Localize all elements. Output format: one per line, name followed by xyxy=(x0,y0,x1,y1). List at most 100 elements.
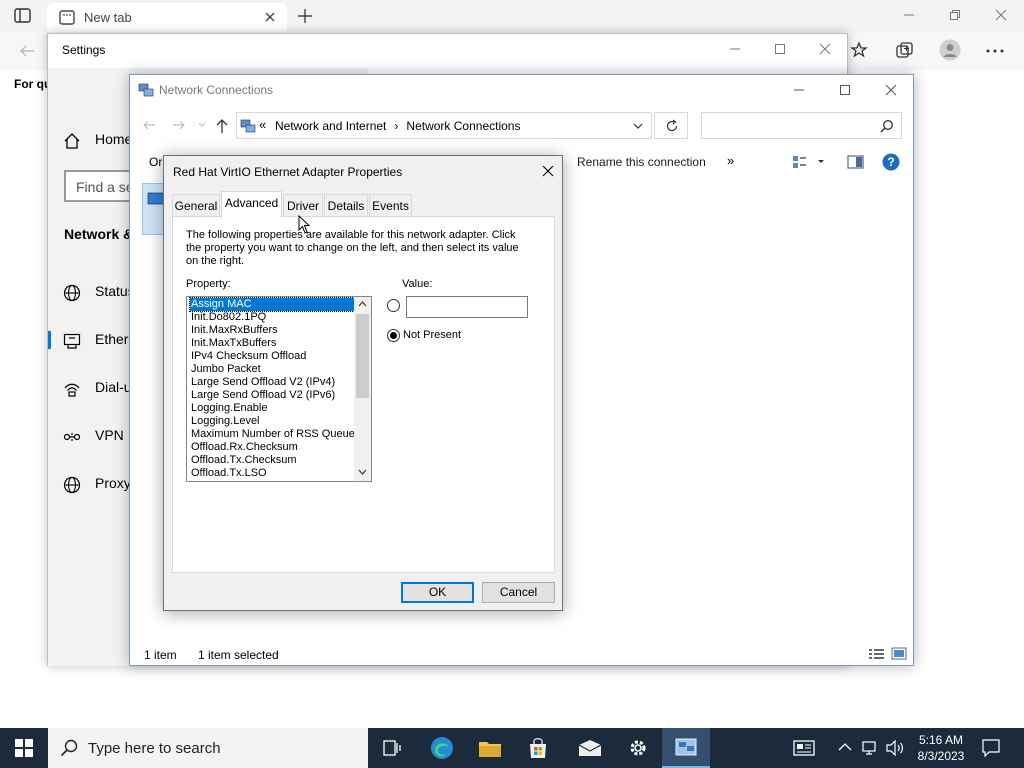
list-item[interactable]: Large Send Offload V2 (IPv6) xyxy=(190,389,354,402)
tiles-view-icon[interactable] xyxy=(891,647,907,660)
task-view-icon[interactable] xyxy=(368,728,416,768)
taskbar-clock[interactable]: 5:16 AM 8/3/2023 xyxy=(911,732,971,764)
close-icon[interactable] xyxy=(978,0,1024,30)
list-item[interactable]: Init.MaxTxBuffers xyxy=(190,337,354,350)
details-view-icon[interactable] xyxy=(868,648,886,660)
list-item[interactable]: Maximum Number of RSS Queues xyxy=(190,428,360,441)
browser-tab-title: New tab xyxy=(84,10,132,25)
news-icon[interactable] xyxy=(780,728,828,768)
status-bar: 1 item 1 item selected xyxy=(130,643,913,665)
property-list-scrollbar[interactable] xyxy=(354,297,371,481)
address-bar[interactable]: « Network and Internet › Network Connect… xyxy=(236,112,652,139)
profile-avatar-icon[interactable] xyxy=(939,39,961,61)
netconn-search-input[interactable] xyxy=(701,112,902,139)
mail-icon[interactable] xyxy=(566,728,614,768)
address-dropdown-icon[interactable] xyxy=(633,122,643,130)
volume-icon[interactable] xyxy=(886,740,904,756)
value-input[interactable] xyxy=(406,296,528,318)
ethernet-icon xyxy=(63,332,81,350)
list-item[interactable]: Offload.Tx.LSO xyxy=(190,467,354,480)
scroll-down-icon[interactable] xyxy=(358,469,367,475)
scrollbar-thumb[interactable] xyxy=(356,314,369,398)
not-present-radio[interactable] xyxy=(387,329,400,342)
nav-forward-icon[interactable] xyxy=(172,118,186,132)
back-arrow-icon[interactable] xyxy=(18,42,36,60)
tab-general[interactable]: General xyxy=(172,194,220,216)
file-explorer-icon[interactable] xyxy=(466,728,514,768)
network-connections-taskbar-icon[interactable] xyxy=(662,728,710,768)
list-item[interactable]: Jumbo Packet xyxy=(190,363,354,376)
close-tab-icon[interactable] xyxy=(261,8,279,26)
settings-close-icon[interactable] xyxy=(802,34,848,64)
favorites-icon[interactable] xyxy=(850,41,870,61)
value-radio[interactable] xyxy=(387,299,400,312)
taskbar-search-input[interactable]: Type here to search xyxy=(48,728,368,768)
show-hidden-icons-icon[interactable] xyxy=(838,742,852,752)
globe-icon xyxy=(63,284,81,302)
nav-up-icon[interactable] xyxy=(215,118,229,134)
store-icon[interactable] xyxy=(514,728,562,768)
organize-button[interactable]: Or xyxy=(149,155,162,169)
breadcrumb-overflow[interactable]: « xyxy=(259,117,266,132)
list-item[interactable]: Offload.Tx.Checksum xyxy=(190,454,354,467)
list-item[interactable]: Init.MaxRxBuffers xyxy=(190,324,354,337)
settings-section-title: Network & xyxy=(64,226,134,242)
help-icon[interactable]: ? xyxy=(882,153,900,171)
settings-gear-icon[interactable] xyxy=(614,728,662,768)
nav-back-icon[interactable] xyxy=(142,118,156,132)
property-list[interactable]: Assign MAC Init.Do802.1PQ Init.MaxRxBuff… xyxy=(186,296,372,482)
refresh-button[interactable] xyxy=(654,112,688,139)
breadcrumb-item[interactable]: Network and Internet xyxy=(275,119,386,133)
settings-minimize-icon[interactable] xyxy=(712,34,758,64)
netconn-close-icon[interactable] xyxy=(868,75,914,105)
breadcrumb-item[interactable]: Network Connections xyxy=(406,119,520,133)
tab-events[interactable]: Events xyxy=(369,194,412,216)
more-commands-button[interactable]: » xyxy=(727,153,734,168)
change-view-icon[interactable] xyxy=(792,155,824,169)
ok-button[interactable]: OK xyxy=(401,582,474,603)
settings-maximize-icon[interactable] xyxy=(757,34,803,64)
list-item[interactable]: Logging.Level xyxy=(190,415,354,428)
rename-connection-button[interactable]: Rename this connection xyxy=(577,155,706,169)
netconn-minimize-icon[interactable] xyxy=(776,75,822,105)
netconn-maximize-icon[interactable] xyxy=(822,75,868,105)
minimize-icon[interactable] xyxy=(886,0,932,30)
list-item[interactable]: Offload.Rx.Checksum xyxy=(190,441,354,454)
globe-icon xyxy=(63,476,81,494)
adapter-properties-dialog: Red Hat VirtIO Ethernet Adapter Properti… xyxy=(163,155,563,611)
edge-icon[interactable] xyxy=(418,728,466,768)
settings-search-placeholder: Find a se xyxy=(76,179,134,195)
new-tab-plus-icon[interactable] xyxy=(296,7,314,25)
collections-icon[interactable] xyxy=(895,41,915,61)
list-item[interactable]: Assign MAC xyxy=(189,297,355,312)
notifications-icon[interactable] xyxy=(982,739,1000,757)
property-label: Property: xyxy=(186,278,231,290)
value-label: Value: xyxy=(402,278,433,290)
tab-driver[interactable]: Driver xyxy=(283,194,323,216)
more-menu-icon[interactable] xyxy=(985,42,1005,60)
settings-nav-label: Dial-u xyxy=(95,379,132,395)
restore-icon[interactable] xyxy=(932,0,978,30)
list-item[interactable]: Large Send Offload V2 (IPv4) xyxy=(190,376,354,389)
netconn-title: Network Connections xyxy=(159,83,274,97)
new-tab-page-icon xyxy=(59,10,75,26)
network-tray-icon[interactable] xyxy=(862,740,880,756)
svg-text:?: ? xyxy=(887,155,894,169)
list-item[interactable]: IPv4 Checksum Offload xyxy=(190,350,354,363)
tab-advanced[interactable]: Advanced xyxy=(221,191,282,218)
tab-details[interactable]: Details xyxy=(324,194,368,216)
browser-tab[interactable]: New tab xyxy=(47,3,287,32)
list-item[interactable]: Logging.Enable xyxy=(190,402,354,415)
start-button[interactable] xyxy=(0,728,48,768)
dialog-close-icon[interactable] xyxy=(532,156,563,186)
cancel-button[interactable]: Cancel xyxy=(482,582,555,603)
list-item[interactable]: Init.Do802.1PQ xyxy=(190,311,354,324)
taskbar-search-placeholder: Type here to search xyxy=(88,740,221,757)
status-item-count: 1 item xyxy=(144,648,177,662)
scroll-up-icon[interactable] xyxy=(358,301,367,307)
tab-actions-icon[interactable] xyxy=(14,8,32,24)
advanced-tab-panel: The following properties are available f… xyxy=(172,216,555,573)
recent-locations-icon[interactable] xyxy=(198,121,206,129)
preview-pane-icon[interactable] xyxy=(847,155,865,169)
windows-logo-icon xyxy=(15,739,33,757)
